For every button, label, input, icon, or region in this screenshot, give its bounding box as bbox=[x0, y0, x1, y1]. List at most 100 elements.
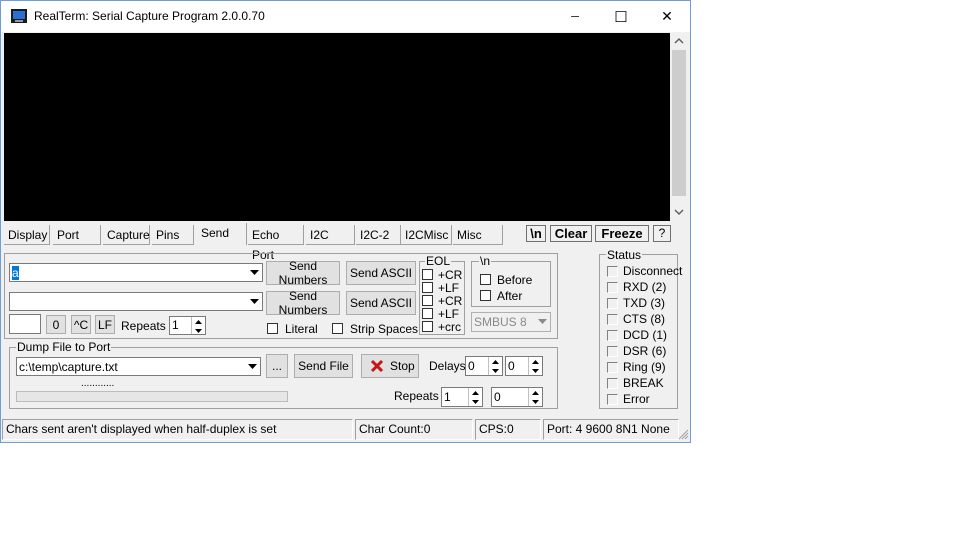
stop-button[interactable]: Stop bbox=[361, 354, 419, 378]
tab-display[interactable]: Display bbox=[4, 225, 50, 245]
zero-button[interactable]: 0 bbox=[46, 315, 66, 334]
dump-progress-bar bbox=[16, 391, 288, 402]
spin-down-icon[interactable] bbox=[529, 397, 542, 406]
literal-checkbox[interactable] bbox=[267, 323, 278, 334]
dump-file-title: Dump File to Port bbox=[16, 340, 112, 354]
browse-button[interactable]: ... bbox=[266, 354, 288, 378]
status-led-break bbox=[607, 378, 618, 389]
status-label-txd: TXD (3) bbox=[623, 296, 665, 310]
terminal-display[interactable] bbox=[4, 33, 670, 221]
freeze-button[interactable]: Freeze bbox=[595, 225, 649, 242]
status-label-break: BREAK bbox=[623, 376, 664, 390]
scroll-down-icon[interactable] bbox=[674, 208, 684, 216]
spin-down-icon[interactable] bbox=[529, 366, 542, 375]
chevron-down-icon[interactable] bbox=[247, 293, 262, 310]
status-led-rxd bbox=[607, 282, 618, 293]
tab-i2c[interactable]: I2C bbox=[306, 225, 355, 245]
lf-button[interactable]: LF bbox=[95, 315, 115, 334]
status-label-error: Error bbox=[623, 392, 650, 406]
smbus-combo[interactable]: SMBUS 8 bbox=[471, 312, 551, 332]
delay1-spin[interactable]: 0 bbox=[465, 356, 503, 376]
spin-up-icon[interactable] bbox=[529, 388, 542, 397]
smbus-value: SMBUS 8 bbox=[474, 315, 527, 329]
resize-grip-icon[interactable] bbox=[677, 428, 689, 440]
send-file-button[interactable]: Send File bbox=[294, 354, 353, 378]
clear-button[interactable]: Clear bbox=[550, 225, 592, 242]
progress-dots: ............ bbox=[81, 378, 115, 389]
after-checkbox[interactable] bbox=[480, 290, 491, 301]
spin-down-icon[interactable] bbox=[192, 326, 205, 335]
status-label-ring: Ring (9) bbox=[623, 360, 666, 374]
dump-repeats1-spin[interactable]: 1 bbox=[441, 387, 483, 407]
tab-pins[interactable]: Pins bbox=[152, 225, 194, 245]
status-label-dsr: DSR (6) bbox=[623, 344, 667, 358]
eol-cr-checkbox-2[interactable] bbox=[422, 295, 433, 306]
tab-echo-port[interactable]: Echo Port bbox=[248, 225, 304, 262]
scrollbar-thumb[interactable] bbox=[672, 50, 686, 196]
send-line2-combo[interactable] bbox=[9, 292, 263, 311]
tab-port[interactable]: Port bbox=[53, 225, 101, 245]
send-char-edit[interactable] bbox=[9, 314, 41, 334]
repeats-label: Repeats bbox=[121, 319, 166, 333]
spin-up-icon[interactable] bbox=[192, 317, 205, 326]
dump-repeats2-spin[interactable]: 0 bbox=[491, 387, 543, 407]
tab-misc[interactable]: Misc bbox=[453, 225, 503, 245]
ctrl-c-button[interactable]: ^C bbox=[71, 315, 91, 334]
newline-button[interactable]: \n bbox=[526, 225, 546, 242]
tab-i2cmisc[interactable]: I2CMisc bbox=[401, 225, 452, 245]
strip-spaces-checkbox[interactable] bbox=[332, 323, 343, 334]
close-button[interactable]: ✕ bbox=[644, 1, 690, 32]
dump-file-combo[interactable]: c:\temp\capture.txt bbox=[16, 357, 261, 376]
tab-send[interactable]: Send bbox=[197, 223, 247, 245]
spin-down-icon[interactable] bbox=[489, 366, 502, 375]
eol-cr-checkbox-1[interactable] bbox=[422, 269, 433, 280]
strip-spaces-label: Strip Spaces bbox=[350, 322, 419, 336]
send-line1-value: a bbox=[12, 266, 19, 280]
dump-file-path: c:\temp\capture.txt bbox=[19, 360, 118, 374]
delay2-spin[interactable]: 0 bbox=[505, 356, 543, 376]
help-button[interactable]: ? bbox=[653, 225, 671, 242]
dump-repeats-label: Repeats bbox=[394, 389, 439, 403]
send-line1-combo[interactable]: a bbox=[9, 263, 263, 282]
spin-up-icon[interactable] bbox=[469, 388, 482, 397]
close-icon: ✕ bbox=[661, 8, 673, 24]
chevron-down-icon[interactable] bbox=[247, 264, 262, 281]
tab-capture[interactable]: Capture bbox=[103, 225, 150, 245]
status-led-dcd bbox=[607, 330, 618, 341]
tab-i2c-2[interactable]: I2C-2 bbox=[356, 225, 401, 245]
delays-label: Delays bbox=[429, 359, 466, 373]
minimize-icon: ─ bbox=[571, 10, 579, 23]
status-led-dsr bbox=[607, 346, 618, 357]
spin-up-icon[interactable] bbox=[489, 357, 502, 366]
eol-crc-checkbox[interactable] bbox=[422, 321, 433, 332]
before-checkbox[interactable] bbox=[480, 274, 491, 285]
chevron-down-icon[interactable] bbox=[245, 358, 260, 375]
maximize-button[interactable]: ☐ bbox=[598, 1, 644, 32]
spin-down-icon[interactable] bbox=[469, 397, 482, 406]
status-led-cts bbox=[607, 314, 618, 325]
scroll-up-icon[interactable] bbox=[674, 37, 684, 45]
spin-up-icon[interactable] bbox=[529, 357, 542, 366]
status-led-txd bbox=[607, 298, 618, 309]
status-bar: Chars sent aren't displayed when half-du… bbox=[1, 418, 690, 442]
status-group-title: Status bbox=[606, 248, 643, 262]
minimize-button[interactable]: ─ bbox=[552, 1, 598, 32]
stop-x-icon bbox=[370, 359, 384, 373]
status-led-disconnect bbox=[607, 266, 618, 277]
eol-cr-label-2: +CR bbox=[438, 294, 463, 308]
send-repeats-spin[interactable]: 1 bbox=[169, 316, 206, 335]
eol-lf-checkbox-2[interactable] bbox=[422, 308, 433, 319]
send-ascii-button-1[interactable]: Send ASCII bbox=[346, 261, 416, 285]
send-numbers-button-2[interactable]: Send Numbers bbox=[266, 289, 340, 317]
chevron-down-icon[interactable] bbox=[535, 313, 550, 330]
port-info: Port: 4 9600 8N1 None bbox=[543, 419, 679, 440]
send-numbers-button-1[interactable]: Send Numbers bbox=[266, 259, 340, 287]
literal-label: Literal bbox=[285, 322, 318, 336]
status-led-ring bbox=[607, 362, 618, 373]
title-bar: RealTerm: Serial Capture Program 2.0.0.7… bbox=[1, 1, 690, 32]
status-label-rxd: RXD (2) bbox=[623, 280, 667, 294]
eol-lf-checkbox-1[interactable] bbox=[422, 282, 433, 293]
terminal-scrollbar[interactable] bbox=[671, 33, 687, 221]
realterm-window: RealTerm: Serial Capture Program 2.0.0.7… bbox=[0, 0, 691, 443]
send-ascii-button-2[interactable]: Send ASCII bbox=[346, 291, 416, 315]
